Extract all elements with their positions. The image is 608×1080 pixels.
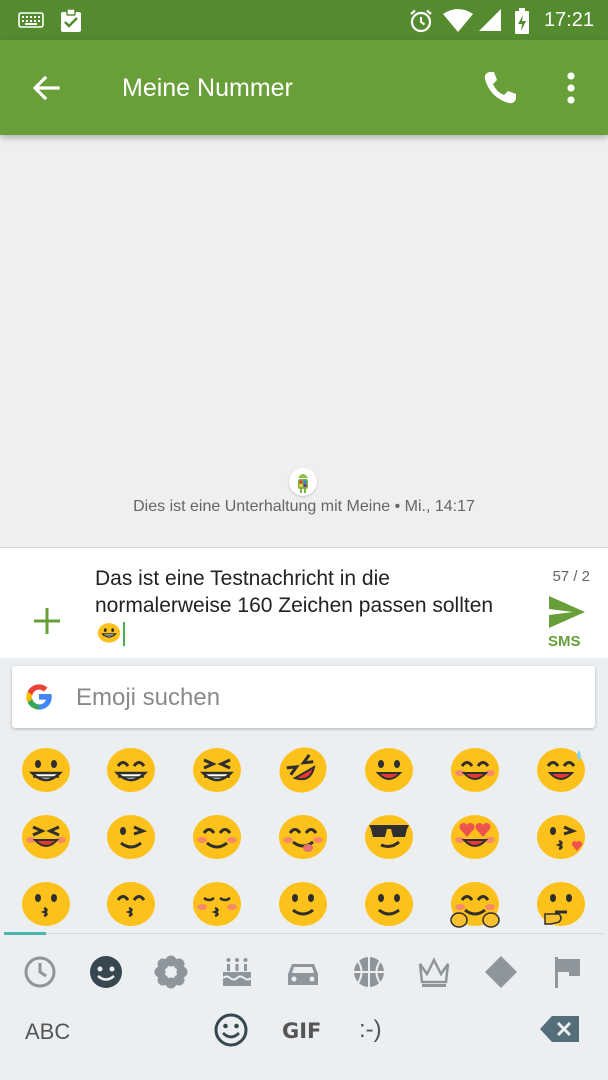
slightly-smiling-face-emoji[interactable] — [275, 874, 331, 930]
emoji-page-indicator — [4, 932, 46, 935]
contact-avatar[interactable] — [289, 468, 317, 496]
add-attachment-icon[interactable] — [30, 604, 64, 638]
android-avatar-icon — [298, 474, 308, 493]
emoji-page-track — [46, 933, 604, 934]
google-logo-icon — [26, 684, 52, 710]
battery-charging-icon — [515, 8, 529, 34]
grinning-face-with-smiling-eyes-emoji[interactable] — [103, 740, 159, 796]
heart-eyes-emoji[interactable] — [447, 807, 503, 863]
send-icon[interactable] — [547, 594, 587, 630]
smiley-category-icon[interactable] — [86, 952, 126, 992]
face-savoring-food-emoji[interactable] — [275, 807, 331, 863]
emoji-keyboard: Emoji suchen ABC GIF:-) — [0, 658, 608, 1080]
smiling-face-with-sunglasses-emoji[interactable] — [361, 807, 417, 863]
grinning-face-icon — [97, 623, 121, 643]
alarm-icon — [410, 9, 432, 33]
diamond-icon[interactable] — [481, 952, 521, 992]
smile-emoji[interactable] — [447, 740, 503, 796]
app-bar: Meine Nummer — [0, 40, 608, 135]
slightly-smiling-face-emoji[interactable] — [361, 874, 417, 930]
recent-icon[interactable] — [20, 952, 60, 992]
message-composer: Das ist eine Testnachricht in die normal… — [0, 547, 608, 658]
crown-icon[interactable] — [414, 952, 454, 992]
gif-key[interactable]: GIF — [282, 1019, 321, 1043]
abc-key[interactable]: ABC — [25, 1019, 70, 1045]
kissing-face-with-smiling-eyes-emoji[interactable] — [103, 874, 159, 930]
backspace-icon[interactable] — [538, 1013, 582, 1045]
grinning-face-emoji[interactable] — [18, 740, 74, 796]
smiley-emoji[interactable] — [361, 740, 417, 796]
send-sms-label[interactable]: SMS — [548, 633, 581, 650]
emoji-icon[interactable] — [212, 1011, 250, 1049]
beaming-face-emoji[interactable] — [189, 740, 245, 796]
basketball-icon[interactable] — [349, 952, 389, 992]
clipboard-check-icon — [61, 8, 81, 32]
text-cursor — [123, 622, 125, 647]
grinning-sweat-emoji[interactable] — [533, 740, 589, 796]
conversation-info: Dies ist eine Unterhaltung mit Meine • M… — [133, 498, 475, 515]
emoticon-key[interactable]: :-) — [359, 1016, 382, 1044]
emoji-grid — [0, 740, 608, 930]
emoji-category-bar — [0, 944, 608, 994]
back-arrow-icon[interactable] — [26, 68, 66, 108]
flower-icon[interactable] — [151, 952, 191, 992]
thinking-face-emoji[interactable] — [533, 874, 589, 930]
cake-icon[interactable] — [217, 952, 257, 992]
emoji-search-bar[interactable]: Emoji suchen — [12, 666, 595, 728]
wifi-icon — [443, 9, 473, 32]
emoji-search-placeholder: Emoji suchen — [76, 684, 221, 711]
status-time: 17:21 — [543, 9, 594, 31]
flag-icon[interactable] — [547, 952, 587, 992]
smiling-face-with-smiling-eyes-emoji[interactable] — [189, 807, 245, 863]
message-input[interactable]: Das ist eine Testnachricht in die normal… — [95, 565, 515, 647]
signal-icon — [479, 9, 501, 31]
status-bar: 17:21 — [0, 0, 608, 40]
keyboard-bottom-row: ABC GIF :-) — [0, 1003, 608, 1080]
winking-face-emoji[interactable] — [103, 807, 159, 863]
kissing-face-with-closed-eyes-emoji[interactable] — [189, 874, 245, 930]
conversation-area[interactable]: Dies ist eine Unterhaltung mit Meine • M… — [0, 135, 608, 547]
keyboard-icon — [18, 12, 44, 28]
squinting-laughing-emoji[interactable] — [18, 807, 74, 863]
char-counter: 57 / 2 — [552, 568, 590, 585]
more-vert-icon[interactable] — [556, 68, 586, 108]
conversation-title: Meine Nummer — [122, 74, 293, 102]
face-blowing-kiss-emoji[interactable] — [533, 807, 589, 863]
car-icon[interactable] — [283, 952, 323, 992]
rolling-on-floor-laughing-emoji[interactable] — [275, 740, 331, 796]
kissing-face-emoji[interactable] — [18, 874, 74, 930]
phone-icon[interactable] — [478, 66, 522, 110]
hugging-face-emoji[interactable] — [447, 874, 503, 930]
message-text: Das ist eine Testnachricht in die normal… — [95, 567, 494, 617]
